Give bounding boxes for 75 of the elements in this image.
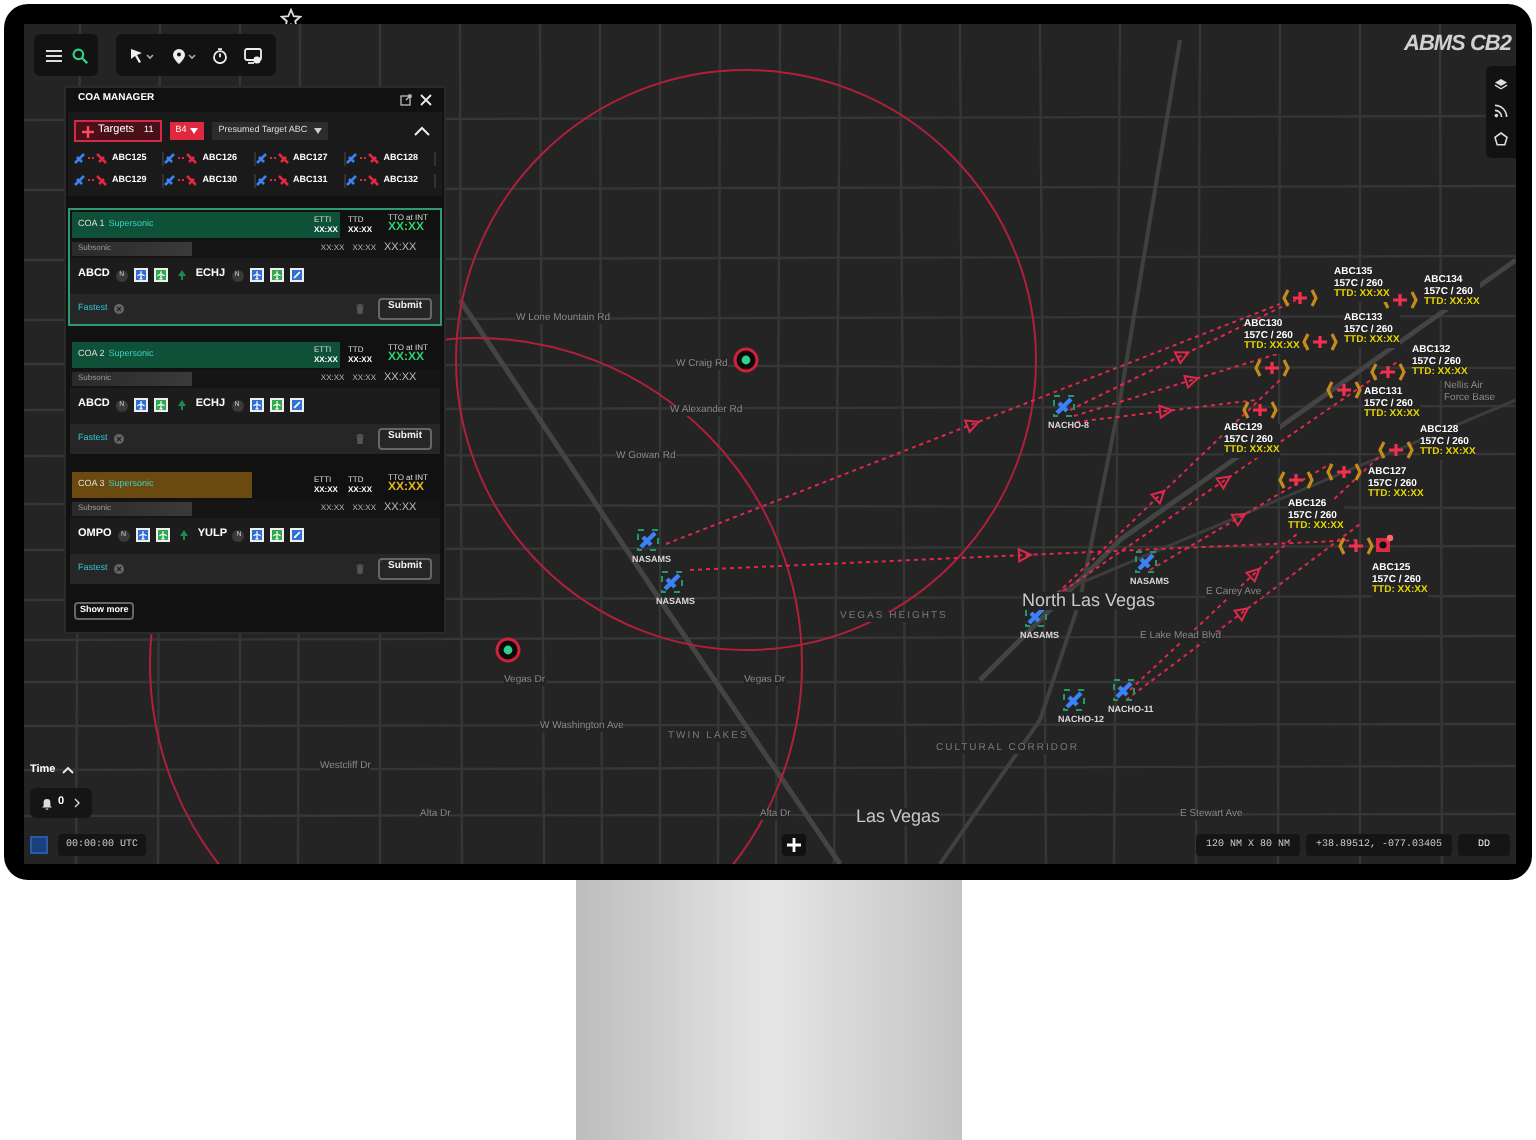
chevron-right-icon [74, 798, 81, 808]
clear-icon[interactable] [113, 433, 124, 443]
hostile-aircraft-icon[interactable] [1326, 462, 1362, 482]
hostile-aircraft-icon[interactable] [1282, 288, 1318, 308]
hostile-aircraft-icon[interactable] [1278, 470, 1314, 490]
hostile-aircraft-icon[interactable] [1378, 440, 1414, 460]
arrow-icon [179, 530, 188, 540]
hostile-aircraft-icon[interactable] [1326, 380, 1362, 400]
arrow-icon [177, 270, 186, 280]
fighter-jet-icon[interactable] [249, 398, 264, 412]
bell-icon [41, 797, 52, 809]
zoom-in-icon[interactable] [782, 834, 806, 856]
hostile-aircraft-icon[interactable] [1254, 358, 1290, 378]
cursor-icon[interactable] [129, 47, 156, 63]
fighter-jet-icon[interactable] [269, 268, 284, 282]
search-icon[interactable] [71, 47, 87, 63]
app-logo: ABMS CB2 [1404, 34, 1511, 56]
subsonic-bar [72, 501, 192, 515]
pairing-icon [255, 152, 289, 165]
fighter-jet-icon[interactable] [155, 528, 170, 542]
close-icon[interactable] [420, 94, 432, 106]
pairing-icon [74, 174, 108, 187]
subsonic-bar [72, 241, 192, 255]
subsonic-bar [72, 371, 192, 385]
hostile-aircraft-icon[interactable] [1370, 362, 1406, 382]
fighter-jet-icon[interactable] [133, 398, 148, 412]
menu-icon[interactable] [45, 47, 61, 63]
pairing-icon [255, 174, 289, 187]
caret-down-icon [313, 128, 322, 134]
playback-toggle[interactable] [30, 836, 48, 854]
fighter-jet-icon[interactable] [249, 268, 264, 282]
fighter-jet-icon[interactable] [135, 528, 150, 542]
missile-icon[interactable] [290, 528, 305, 542]
friendly-aircraft-icon[interactable] [1113, 679, 1135, 701]
clear-icon[interactable] [113, 303, 124, 313]
hostile-aircraft-icon[interactable] [1338, 536, 1374, 556]
missile-icon[interactable] [289, 398, 304, 412]
arrow-icon [177, 400, 186, 410]
popout-icon[interactable] [400, 94, 412, 106]
friendly-aircraft-icon[interactable] [1025, 605, 1047, 627]
hostile-aircraft-icon[interactable] [1242, 400, 1278, 420]
pairing-icon [164, 152, 199, 165]
pairing-icon [345, 174, 380, 187]
friendly-aircraft-icon[interactable] [1135, 551, 1157, 573]
signal-feed-icon[interactable] [1494, 103, 1508, 118]
pairing-icon [345, 152, 380, 165]
hostile-aircraft-icon[interactable] [1302, 332, 1338, 352]
caret-down-icon [190, 128, 199, 134]
friendly-aircraft-icon[interactable] [661, 571, 683, 593]
collapse-icon[interactable] [414, 126, 430, 136]
display-settings-icon[interactable] [244, 47, 263, 63]
crosshair-icon [82, 125, 94, 137]
pairing-icon [164, 174, 199, 187]
stopwatch-icon[interactable] [212, 47, 229, 63]
map-pin-icon[interactable] [171, 47, 198, 63]
map-label: North Las Vegas [1022, 592, 1156, 610]
friendly-aircraft-icon[interactable] [1063, 689, 1085, 711]
missile-icon[interactable] [289, 268, 304, 282]
friendly-aircraft-icon[interactable] [637, 529, 659, 551]
layers-icon[interactable] [1494, 77, 1508, 90]
emitter-icon[interactable] [733, 347, 759, 373]
fighter-jet-icon[interactable] [153, 268, 168, 282]
target-marker-icon[interactable] [1374, 534, 1394, 554]
fighter-jet-icon[interactable] [250, 528, 265, 542]
fighter-jet-icon[interactable] [270, 528, 285, 542]
friendly-aircraft-icon[interactable] [1053, 395, 1075, 417]
fighter-jet-icon[interactable] [153, 398, 168, 412]
emitter-icon[interactable] [495, 637, 521, 663]
fighter-jet-icon[interactable] [269, 398, 284, 412]
fighter-jet-icon[interactable] [133, 268, 148, 282]
pentagon-icon[interactable] [1494, 132, 1508, 147]
map-label: Las Vegas [856, 808, 941, 826]
clear-icon[interactable] [113, 563, 124, 573]
collapse-icon[interactable] [61, 766, 74, 775]
pairing-icon [74, 152, 108, 165]
